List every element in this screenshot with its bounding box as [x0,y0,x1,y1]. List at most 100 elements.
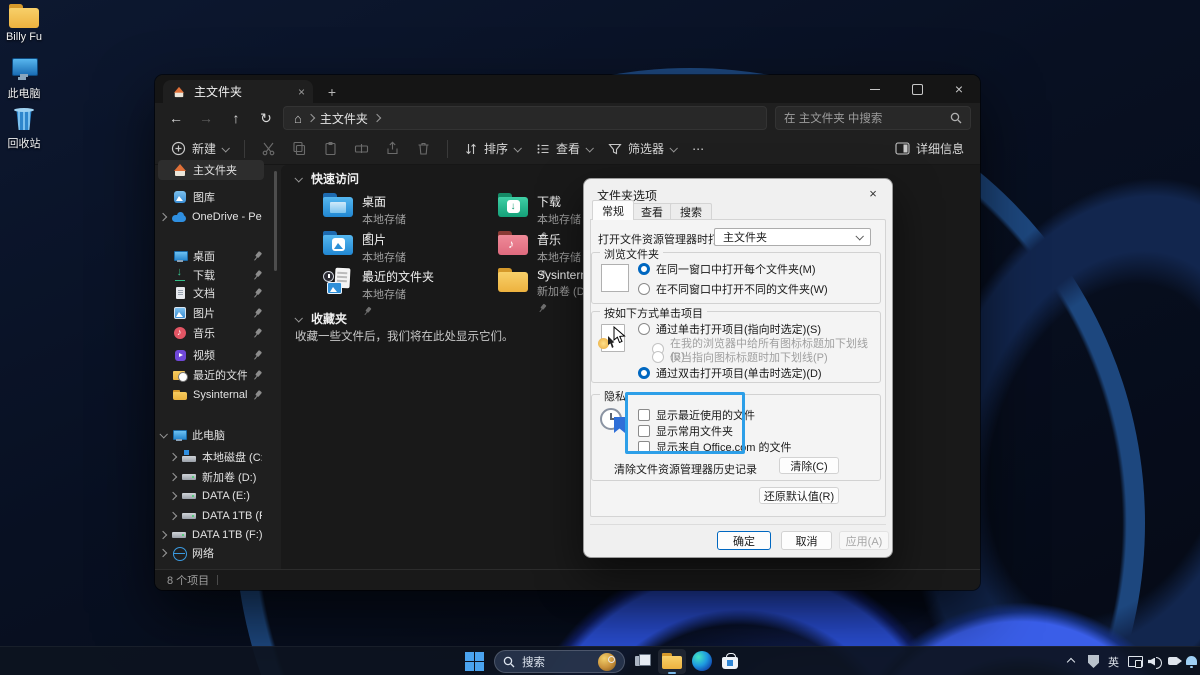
dialog-close-button[interactable]: × [862,183,884,203]
quick-access-item-recent-folders[interactable]: 最近的文件夹本地存储 [323,268,491,322]
chevron-down-icon[interactable] [294,174,302,182]
up-button[interactable]: ↑ [221,110,251,126]
cut-icon [261,141,276,156]
chevron-right-icon[interactable] [169,453,177,461]
chevron-right-icon[interactable] [159,213,167,221]
breadcrumb-item[interactable]: 主文件夹 [320,110,368,127]
desktop-icon-recycle-bin[interactable]: 回收站 [0,106,56,151]
taskbar-file-explorer[interactable] [658,649,686,674]
breadcrumb-home-icon[interactable]: ⌂ [294,111,302,126]
chevron-right-icon[interactable] [159,531,167,539]
tray-volume[interactable] [1148,647,1162,675]
sidebar-item-downloads[interactable]: 下载 [158,265,264,285]
restore-defaults-button[interactable]: 还原默认值(R) [759,487,839,504]
sidebar-item-pictures[interactable]: 图片 [158,303,264,323]
chevron-right-icon[interactable] [169,512,177,520]
paste-button[interactable] [317,136,344,162]
radio-icon[interactable] [638,283,650,295]
radio-double-click[interactable]: 通过双击打开项目(单击时选定)(D) [638,365,822,381]
folder-icon [172,387,188,403]
clear-button[interactable]: 清除(C) [779,457,839,474]
sidebar-item-onedrive[interactable]: OneDrive - Persona [158,207,264,227]
apply-button[interactable]: 应用(A) [839,531,889,550]
close-button[interactable]: × [938,75,980,103]
taskbar-store[interactable] [720,651,740,671]
taskbar-search[interactable]: 搜索 [494,650,625,673]
share-button[interactable] [379,136,406,162]
copy-button[interactable] [286,136,313,162]
start-button[interactable] [465,652,484,671]
radio-icon[interactable] [638,263,650,275]
favorites-header[interactable]: 收藏夹 [295,310,347,327]
explorer-search-input[interactable]: 在 主文件夹 中搜索 [775,106,971,130]
drive-icon [181,508,197,524]
radio-same-window[interactable]: 在同一窗口中打开每个文件夹(M) [638,261,816,277]
quick-access-header[interactable]: 快速访问 [295,170,359,187]
sidebar-label: 本地磁盘 (C:) [202,449,262,465]
chevron-right-icon[interactable] [169,473,177,481]
divider [590,524,886,525]
tray-overflow-button[interactable] [1068,647,1074,675]
sidebar-item-videos[interactable]: 视频 [158,345,264,365]
sidebar-item-home[interactable]: 主文件夹 [158,160,264,180]
sidebar-item-drive-f[interactable]: DATA 1TB (F:) [158,506,264,526]
minimize-button[interactable] [854,75,896,103]
task-view-button[interactable] [635,654,650,667]
tray-input-language[interactable]: 英 [1108,647,1119,675]
desktop-icon-billy-fu[interactable]: Billy Fu [0,4,56,43]
sidebar-scrollbar[interactable] [274,171,277,271]
refresh-button[interactable]: ↻ [251,110,281,127]
maximize-button[interactable] [896,75,938,103]
sidebar-item-desktop[interactable]: 桌面 [158,246,264,266]
tab-general[interactable]: 常规 [592,200,634,220]
tab-view[interactable]: 查看 [631,203,673,220]
view-button[interactable]: 查看 [530,136,598,162]
chevron-right-icon[interactable] [169,492,177,500]
back-button[interactable]: ← [161,110,191,126]
breadcrumb[interactable]: ⌂ 主文件夹 [283,106,767,130]
chevron-down-icon[interactable] [159,430,167,438]
sidebar-item-drive-f2[interactable]: DATA 1TB (F:) [158,525,264,545]
radio-icon[interactable] [638,367,650,379]
rename-button[interactable] [348,136,375,162]
sidebar-item-recent-folders[interactable]: 最近的文件夹 [158,365,264,385]
tray-notifications[interactable] [1186,647,1197,675]
desktop-icon-this-pc[interactable]: 此电脑 [0,56,56,101]
sidebar-item-drive-e[interactable]: DATA (E:) [158,486,264,506]
taskbar-edge[interactable] [692,651,712,671]
forward-button[interactable]: → [191,110,221,126]
radio-new-window[interactable]: 在不同窗口中打开不同的文件夹(W) [638,281,828,297]
cut-button[interactable] [255,136,282,162]
pin-icon [250,249,265,264]
chevron-down-icon[interactable] [294,314,302,322]
sort-button[interactable]: 排序 [458,136,526,162]
tray-shield[interactable] [1088,647,1099,675]
explorer-tab[interactable]: 主文件夹 × [163,80,313,103]
filter-button[interactable]: 筛选器 [602,136,682,162]
more-button[interactable]: ⋯ [686,136,710,162]
sidebar-item-this-pc[interactable]: 此电脑 [158,425,264,445]
tab-close-icon[interactable]: × [298,85,305,99]
sidebar-item-music[interactable]: 音乐 [158,323,264,343]
pin-icon [250,368,265,383]
open-to-select[interactable]: 主文件夹 [714,228,871,246]
tray-cast[interactable] [1128,647,1142,675]
delete-button[interactable] [410,136,437,162]
sidebar-item-sysinternals[interactable]: SysinternalsSuite [158,385,264,405]
new-tab-button[interactable]: + [323,83,341,101]
sidebar-item-network[interactable]: 网络 [158,543,264,563]
ok-button[interactable]: 确定 [717,531,771,550]
sidebar-item-gallery[interactable]: 图库 [158,187,264,207]
sidebar-item-drive-c[interactable]: 本地磁盘 (C:) [158,447,264,467]
radio-icon[interactable] [638,323,650,335]
details-pane-button[interactable]: 详细信息 [889,136,970,162]
new-button[interactable]: 新建 [165,136,234,162]
chevron-right-icon[interactable] [159,549,167,557]
cancel-button[interactable]: 取消 [781,531,832,550]
tab-search[interactable]: 搜索 [670,203,712,220]
radio-icon[interactable] [652,351,664,363]
sidebar-item-drive-d[interactable]: 新加卷 (D:) [158,467,264,487]
tray-camera[interactable] [1168,647,1182,675]
sidebar-item-documents[interactable]: 文档 [158,283,264,303]
radio-underline-hover[interactable]: 仅当指向图标标题时加下划线(P) [652,349,828,365]
